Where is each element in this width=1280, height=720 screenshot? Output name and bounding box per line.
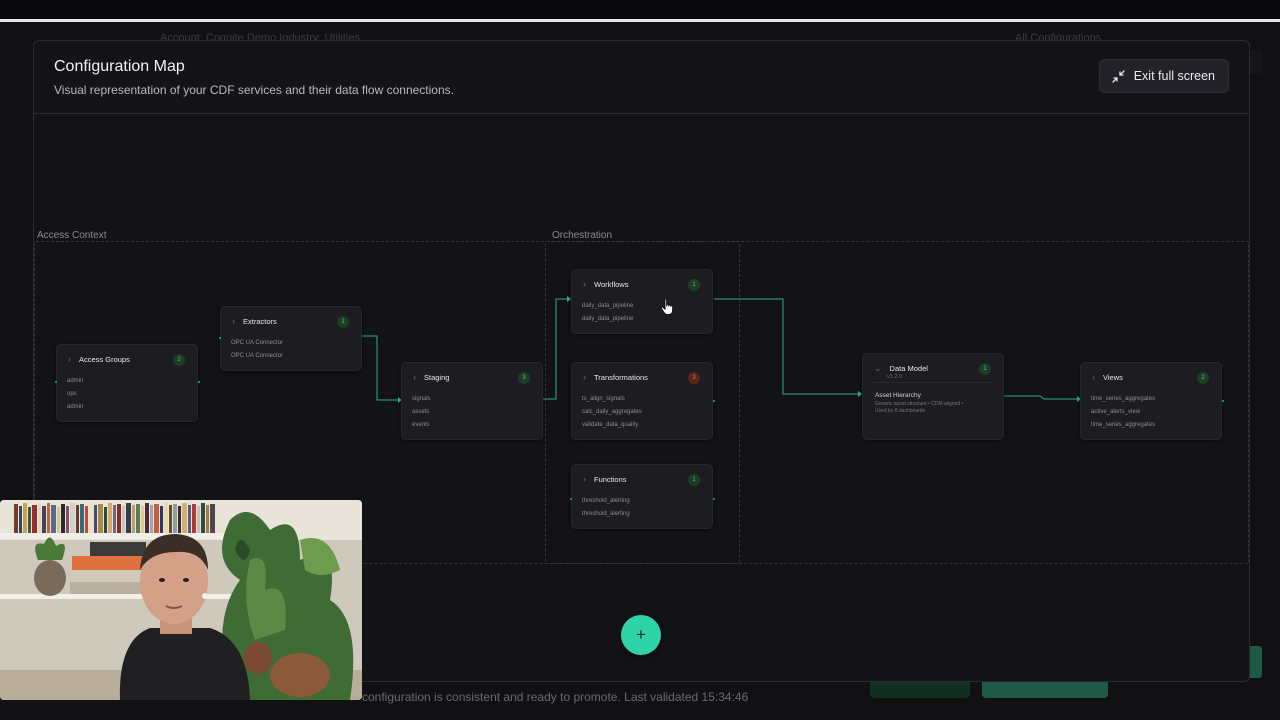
background-control — [1248, 646, 1262, 678]
chevron-right-icon[interactable]: › — [583, 372, 586, 382]
node-item: assets — [412, 409, 430, 415]
node-item: admin — [67, 404, 84, 410]
webcam-overlay — [0, 500, 362, 700]
count-badge: 1 — [979, 363, 991, 375]
data-model-subtitle: Asset Hierarchy — [875, 392, 921, 399]
node-item: calc_daily_aggregates — [582, 409, 642, 415]
count-badge: 3 — [518, 372, 530, 384]
output-port — [713, 400, 715, 402]
node-item: admin — [67, 378, 84, 384]
node-item: threshold_alerting — [582, 498, 630, 504]
node-item: OPC UA Connector — [231, 353, 284, 359]
node-item: events — [412, 422, 430, 428]
node-title: Transformations — [594, 372, 648, 382]
modal-title: Configuration Map — [54, 58, 185, 75]
node-item: ts_align_signals — [582, 396, 625, 402]
output-port — [198, 381, 200, 383]
node-views[interactable]: › Views 2 time_series_aggregates active_al… — [1080, 362, 1222, 440]
node-item: time_series_aggregates — [1091, 396, 1156, 402]
add-node-button[interactable]: + — [621, 615, 661, 655]
node-item: active_alerts_view — [1091, 409, 1141, 415]
node-workflows[interactable]: › Workflows 1 daily_data_pipeline daily_da… — [571, 269, 713, 334]
edge-workflows-data-model — [714, 298, 860, 395]
node-divider — [873, 382, 993, 383]
node-transformations[interactable]: › Transformations 3 ts_align_signals calc_… — [571, 362, 713, 440]
node-access-groups[interactable]: › Access Groups 2 admin ops admin — [56, 344, 198, 422]
input-port — [570, 498, 572, 500]
node-staging[interactable]: › Staging 3 signals assets events — [401, 362, 543, 440]
chevron-right-icon[interactable]: › — [413, 372, 416, 382]
node-title: Workflows — [594, 279, 629, 289]
node-item: signals — [412, 396, 431, 402]
node-title: Staging — [424, 372, 450, 382]
version-label: v1.2.0 — [887, 374, 902, 380]
background-control — [1248, 50, 1262, 74]
node-title: Access Groups — [79, 354, 130, 364]
plus-icon: + — [636, 625, 646, 644]
node-title: Data Model — [889, 363, 928, 373]
edge-data-model-views — [1004, 395, 1079, 400]
node-item: daily_data_pipeline — [582, 303, 634, 309]
mouse-pointer-icon — [660, 298, 673, 315]
minimize-icon — [1112, 69, 1125, 83]
node-functions[interactable]: › Functions 1 threshold_alerting threshold… — [571, 464, 713, 529]
input-port — [55, 381, 57, 383]
chevron-right-icon[interactable]: › — [232, 316, 235, 326]
count-badge: 2 — [173, 354, 185, 366]
node-item: OPC UA Connector — [231, 340, 284, 346]
node-title: Functions — [594, 474, 627, 484]
node-data-model[interactable]: ⌄ Data Model v1.2.0 1 Asset Hierarchy Gener… — [862, 353, 1004, 440]
exit-full-screen-button[interactable]: Exit full screen — [1098, 59, 1229, 93]
output-port — [713, 498, 715, 500]
node-title: Views — [1103, 372, 1123, 382]
data-model-description: Generic asset structure • CDM aligned • — [875, 401, 964, 407]
edge-extractors-staging — [362, 335, 400, 401]
chevron-right-icon[interactable]: › — [1092, 372, 1095, 382]
error-count-badge: 3 — [688, 372, 700, 384]
count-badge: 1 — [688, 474, 700, 486]
node-item: ops — [67, 391, 77, 397]
node-extractors[interactable]: › Extractors 1 OPC UA Connector OPC UA Con… — [220, 306, 362, 371]
chevron-right-icon[interactable]: › — [583, 474, 586, 484]
chevron-right-icon[interactable]: › — [583, 279, 586, 289]
node-item: validate_data_quality — [582, 422, 639, 428]
modal-header: Configuration Map Visual representation … — [34, 41, 1249, 114]
edge-staging-workflows — [543, 298, 569, 400]
data-model-usage: Used by 8 dashboards — [875, 408, 926, 414]
input-port — [219, 337, 221, 339]
count-badge: 1 — [337, 316, 349, 328]
screen: Account: Cognite Demo Industry: Utilitie… — [0, 0, 1280, 720]
node-title: Extractors — [243, 316, 277, 326]
modal-subtitle: Visual representation of your CDF servic… — [54, 83, 454, 97]
output-port — [1222, 400, 1224, 402]
node-item: daily_data_pipeline — [582, 316, 634, 322]
count-badge: 1 — [688, 279, 700, 291]
count-badge: 2 — [1197, 372, 1209, 384]
webcam-video-image — [0, 500, 362, 700]
node-item: threshold_alerting — [582, 511, 630, 517]
chevron-right-icon[interactable]: › — [68, 354, 71, 364]
background-status-text: configuration is consistent and ready to… — [362, 690, 749, 704]
node-item: time_series_aggregates — [1091, 422, 1156, 428]
exit-full-screen-label: Exit full screen — [1133, 69, 1215, 83]
chevron-down-icon[interactable]: ⌄ — [874, 363, 882, 373]
